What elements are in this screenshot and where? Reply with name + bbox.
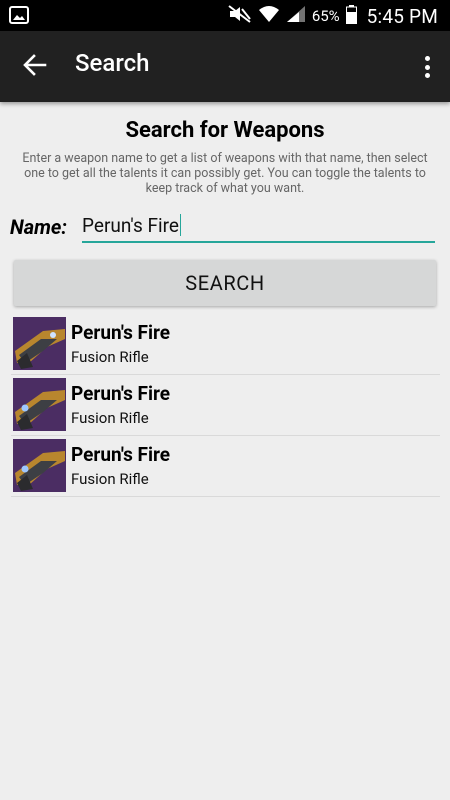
status-bar: 65% 5:45 PM — [0, 0, 450, 31]
mute-icon — [228, 5, 252, 27]
name-label: Name: — [10, 215, 67, 239]
fusion-rifle-thumbnail — [13, 317, 66, 370]
status-icons: 65% 5:45 PM — [228, 4, 438, 28]
result-type: Fusion Rifle — [71, 409, 149, 427]
fusion-rifle-thumbnail — [13, 378, 66, 431]
arrow-left-icon — [23, 54, 47, 80]
result-name: Perun's Fire — [71, 382, 171, 405]
battery-icon — [345, 4, 357, 28]
wifi-icon — [258, 5, 280, 27]
result-name: Perun's Fire — [71, 443, 171, 466]
app-title: Search — [75, 49, 150, 77]
name-input-value: Perun's Fire — [82, 214, 179, 237]
back-button[interactable] — [18, 51, 52, 83]
page-heading: Search for Weapons — [125, 118, 325, 143]
search-button[interactable]: SEARCH — [14, 260, 436, 306]
gallery-icon — [9, 6, 29, 24]
signal-icon — [286, 5, 306, 27]
fusion-rifle-thumbnail — [13, 439, 66, 492]
page-description: Enter a weapon name to get a list of wea… — [22, 151, 428, 196]
app-bar: Search — [0, 31, 450, 102]
battery-percent: 65% — [311, 7, 340, 25]
result-item[interactable]: Perun's Fire Fusion Rifle — [11, 314, 440, 375]
results-list: Perun's Fire Fusion Rifle Perun's Fire F… — [11, 314, 440, 497]
result-item[interactable]: Perun's Fire Fusion Rifle — [11, 375, 440, 436]
status-time: 5:45 PM — [366, 4, 438, 28]
result-item[interactable]: Perun's Fire Fusion Rifle — [11, 436, 440, 497]
result-name: Perun's Fire — [71, 321, 171, 344]
name-input[interactable]: Perun's Fire — [82, 211, 435, 243]
text-caret — [179, 214, 182, 236]
result-type: Fusion Rifle — [71, 470, 149, 488]
overflow-menu-icon[interactable] — [418, 53, 436, 81]
result-type: Fusion Rifle — [71, 348, 149, 366]
